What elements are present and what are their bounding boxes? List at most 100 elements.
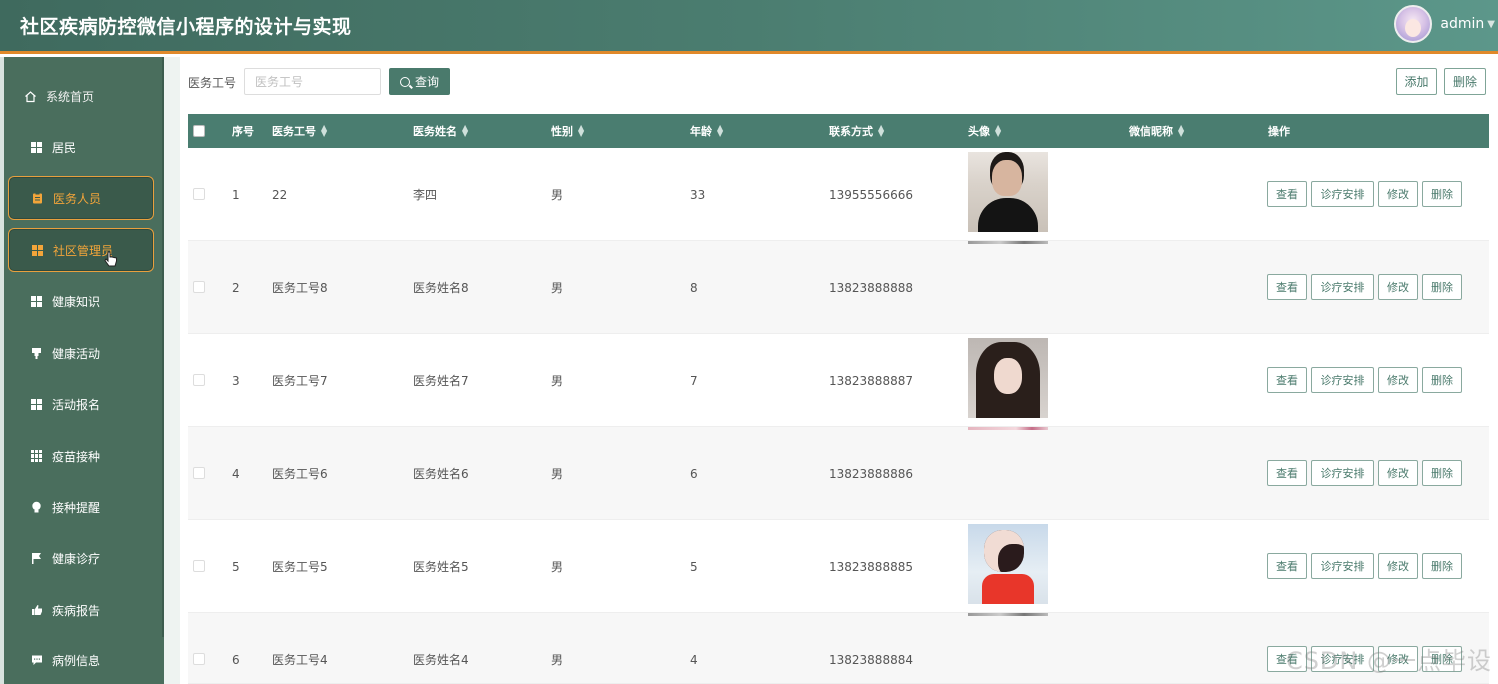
cell-no: 2: [232, 280, 240, 295]
search-input[interactable]: [244, 68, 381, 95]
search-button[interactable]: 查询: [389, 68, 450, 95]
row-checkbox[interactable]: [193, 281, 205, 293]
cell-age: 6: [690, 466, 698, 481]
cell-phone: 13823888887: [829, 373, 913, 388]
column-header-phone[interactable]: 联系方式 ▲ ▼: [829, 114, 884, 148]
sidebar-item-label: 病例信息: [52, 653, 101, 668]
table-row: 2 医务工号8 医务姓名8 男 8 13823888888 查看 诊疗安排 修改…: [188, 241, 1489, 334]
cell-gender: 男: [551, 188, 564, 202]
edit-button[interactable]: 修改: [1378, 553, 1418, 579]
view-button[interactable]: 查看: [1267, 367, 1307, 393]
sidebar-item-home[interactable]: 系统首页: [8, 74, 154, 118]
sort-icon[interactable]: ▲ ▼: [321, 124, 327, 138]
sidebar-item-activity-signup[interactable]: 活动报名: [8, 382, 154, 426]
view-button[interactable]: 查看: [1267, 553, 1307, 579]
row-checkbox[interactable]: [193, 467, 205, 479]
delete-button[interactable]: 删除: [1422, 553, 1462, 579]
batch-delete-button[interactable]: 删除: [1444, 68, 1486, 95]
row-checkbox[interactable]: [193, 374, 205, 386]
delete-button[interactable]: 删除: [1422, 367, 1462, 393]
avatar-photo[interactable]: [968, 338, 1048, 418]
sidebar-item-health-activities[interactable]: 健康活动: [8, 331, 154, 375]
cell-staff-id: 医务工号5: [272, 560, 328, 574]
avatar-photo-edge: [968, 613, 1048, 616]
column-header-staff-name[interactable]: 医务姓名 ▲ ▼: [413, 114, 468, 148]
sort-icon[interactable]: ▲ ▼: [995, 124, 1001, 138]
delete-button[interactable]: 删除: [1422, 181, 1462, 207]
sidebar-item-health-diagnosis[interactable]: 健康诊疗: [8, 536, 154, 580]
cursor-hand-icon: [104, 251, 118, 272]
column-header-gender[interactable]: 性别 ▲ ▼: [551, 114, 584, 148]
view-button[interactable]: 查看: [1267, 460, 1307, 486]
add-button[interactable]: 添加: [1396, 68, 1437, 95]
edit-button[interactable]: 修改: [1378, 460, 1418, 486]
clipboard-icon: [31, 192, 44, 205]
view-button[interactable]: 查看: [1267, 181, 1307, 207]
schedule-button[interactable]: 诊疗安排: [1311, 553, 1374, 579]
search-button-label: 查询: [414, 75, 439, 89]
schedule-button[interactable]: 诊疗安排: [1311, 274, 1374, 300]
sidebar-item-label: 疾病报告: [52, 603, 101, 618]
cell-gender: 男: [551, 281, 564, 295]
avatar-photo[interactable]: [968, 524, 1048, 604]
cell-staff-id: 22: [272, 187, 288, 202]
chevron-down-icon[interactable]: ▼: [1487, 19, 1495, 30]
column-header-age[interactable]: 年龄 ▲ ▼: [690, 114, 723, 148]
column-header-avatar[interactable]: 头像 ▲ ▼: [968, 114, 1001, 148]
cell-phone: 13823888886: [829, 466, 913, 481]
select-all-checkbox[interactable]: [193, 125, 205, 137]
grid-icon: [30, 141, 43, 154]
cell-age: 8: [690, 280, 698, 295]
schedule-button[interactable]: 诊疗安排: [1311, 460, 1374, 486]
delete-button[interactable]: 删除: [1422, 274, 1462, 300]
sidebar-item-vaccination[interactable]: 疫苗接种: [8, 434, 154, 478]
username[interactable]: admin: [1440, 16, 1484, 32]
cell-staff-name: 医务姓名7: [413, 374, 469, 388]
row-checkbox[interactable]: [193, 653, 205, 665]
sidebar-item-label: 健康知识: [52, 294, 101, 309]
schedule-button[interactable]: 诊疗安排: [1311, 367, 1374, 393]
column-header-nickname[interactable]: 微信昵称 ▲ ▼: [1129, 114, 1184, 148]
sort-icon[interactable]: ▲ ▼: [578, 124, 584, 138]
view-button[interactable]: 查看: [1267, 274, 1307, 300]
cell-staff-id: 医务工号7: [272, 374, 328, 388]
main-gutter: [164, 57, 180, 684]
home-icon: [24, 90, 37, 103]
row-checkbox[interactable]: [193, 188, 205, 200]
top-header: 社区疾病防控微信小程序的设计与实现 admin ▼: [0, 0, 1498, 54]
sidebar-item-disease-report[interactable]: 疾病报告: [8, 588, 154, 632]
sort-icon[interactable]: ▲ ▼: [462, 124, 468, 138]
cell-staff-name: 医务姓名6: [413, 467, 469, 481]
sidebar-item-community-admin[interactable]: 社区管理员: [8, 228, 154, 272]
avatar-photo[interactable]: [968, 152, 1048, 232]
cell-staff-id: 医务工号4: [272, 653, 328, 667]
sidebar-item-residents[interactable]: 居民: [8, 125, 154, 169]
sort-icon[interactable]: ▲ ▼: [878, 124, 884, 138]
sidebar-item-vaccine-reminder[interactable]: 接种提醒: [8, 485, 154, 529]
edit-button[interactable]: 修改: [1378, 367, 1418, 393]
column-header-staff-id[interactable]: 医务工号 ▲ ▼: [272, 114, 327, 148]
column-header-actions: 操作: [1268, 125, 1290, 138]
edit-button[interactable]: 修改: [1378, 181, 1418, 207]
edit-button[interactable]: 修改: [1378, 274, 1418, 300]
table-row: 5 医务工号5 医务姓名5 男 5 13823888885 查看 诊疗安排 修改…: [188, 520, 1489, 613]
sort-icon[interactable]: ▲ ▼: [1178, 124, 1184, 138]
thumb-icon: [30, 604, 43, 617]
schedule-button[interactable]: 诊疗安排: [1311, 181, 1374, 207]
sidebar-item-health-knowledge[interactable]: 健康知识: [8, 279, 154, 323]
grid-icon: [31, 244, 44, 257]
sort-icon[interactable]: ▲ ▼: [717, 124, 723, 138]
row-actions: 查看 诊疗安排 修改 删除: [1267, 181, 1466, 207]
cell-staff-name: 医务姓名5: [413, 560, 469, 574]
cell-no: 4: [232, 466, 240, 481]
table-row: 4 医务工号6 医务姓名6 男 6 13823888886 查看 诊疗安排 修改…: [188, 427, 1489, 520]
watermark: CSDN @一点毕设: [1285, 647, 1492, 675]
sidebar-item-medical-staff[interactable]: 医务人员: [8, 176, 154, 220]
delete-button[interactable]: 删除: [1422, 460, 1462, 486]
search-icon: [399, 76, 410, 87]
user-avatar[interactable]: [1394, 5, 1433, 43]
user-menu[interactable]: admin ▼: [1394, 4, 1498, 44]
row-checkbox[interactable]: [193, 560, 205, 572]
sidebar-item-case-info[interactable]: 病例信息: [8, 638, 154, 682]
table-header: 序号 医务工号 ▲ ▼ 医务姓名 ▲ ▼ 性别 ▲ ▼ 年龄 ▲ ▼ 联系方式 ▲ ▼ 头像 ▲ ▼ 微…: [188, 114, 1489, 148]
